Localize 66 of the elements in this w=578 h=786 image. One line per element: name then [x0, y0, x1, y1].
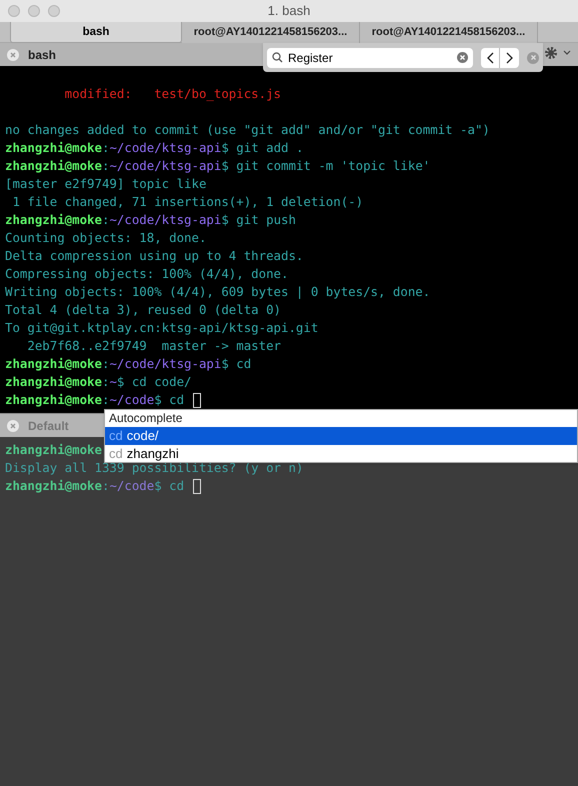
prompt-path: ~/code [109, 477, 154, 495]
close-icon[interactable] [7, 420, 19, 432]
tab[interactable]: root@AY1401221458156203... [360, 22, 538, 43]
search-text: Register [288, 50, 334, 66]
terminal-text: Delta compression using up to 4 threads. [5, 247, 304, 265]
terminal-text: : [102, 477, 110, 495]
prompt-user: zhangzhi@moke [5, 373, 102, 391]
prompt-path: ~/code/ktsg-api [109, 355, 222, 373]
cursor [192, 392, 201, 408]
terminal-text: : [102, 211, 110, 229]
terminal-text: $ cd [154, 477, 186, 495]
prompt-user: zhangzhi@moke [5, 211, 102, 229]
terminal-text: : [102, 373, 110, 391]
terminal-text: Counting objects: 18, done. [5, 229, 206, 247]
close-icon[interactable] [527, 52, 539, 64]
close-window-button[interactable] [8, 5, 20, 17]
terminal-text: $ cd [221, 355, 252, 373]
terminal-text: To git@git.ktplay.cn:ktsg-api/ktsg-api.git [5, 319, 318, 337]
tab[interactable]: bash [10, 22, 182, 43]
search-field[interactable]: Register [267, 48, 473, 68]
terminal-text: modified: test/bo_topics.js [64, 85, 282, 103]
suggestion-item[interactable]: cd code/ [105, 427, 577, 445]
cursor [192, 478, 201, 494]
terminal-text: Total 4 (delta 3), reused 0 (delta 0) [5, 301, 282, 319]
tab[interactable]: root@AY1401221458156203... [182, 22, 360, 43]
prompt-user: zhangzhi@moke [5, 139, 102, 157]
terminal-text: Compressing objects: 100% (4/4), done. [5, 265, 288, 283]
prompt-path: ~ [109, 373, 117, 391]
settings-icon[interactable] [544, 46, 558, 60]
popup-title: Autocomplete [108, 410, 184, 427]
terminal-text: $ cd [154, 391, 186, 409]
clear-icon[interactable] [457, 52, 468, 63]
terminal-text: Display all 1339 possibilities? (y or n) [5, 460, 304, 477]
terminal-text: no changes added to commit (use "git add" and/or "git commit -a") [5, 121, 490, 139]
terminal-text: Writing objects: 100% (4/4), 609 bytes | 0 bytes/s, done. [5, 283, 430, 301]
prompt-user: zhangzhi@moke [5, 157, 102, 175]
terminal-text: $ git add . [221, 139, 304, 157]
prompt-user: zhangzhi@moke [5, 477, 102, 495]
terminal-text: : [102, 355, 110, 373]
terminal-text: : [102, 157, 110, 175]
chevron-left-icon [486, 52, 494, 64]
prompt-path: ~/code/ktsg-api [109, 139, 222, 157]
terminal-text: 1 file changed, 71 insertions(+), 1 deletion(-) [11, 193, 364, 211]
terminal-text: $ git commit -m 'topic like' [221, 157, 430, 175]
prompt-user: zhangzhi@moke [5, 391, 102, 409]
chevron-right-icon [506, 52, 513, 64]
caret-icon[interactable] [563, 50, 571, 56]
suggestion-item[interactable]: cd zhangzhi [105, 445, 577, 462]
terminal-text: $ cd code/ [116, 373, 192, 391]
minimize-window-button[interactable] [28, 5, 40, 17]
search-icon [272, 52, 283, 63]
terminal-text: [master e2f9749] topic like [5, 175, 206, 193]
prompt-path: ~/code/ktsg-api [109, 157, 222, 175]
zoom-window-button[interactable] [48, 5, 60, 17]
terminal-text: 2eb7f68..e2f9749 master -> master [26, 337, 282, 355]
close-icon[interactable] [7, 48, 19, 60]
prompt-path: ~/code [109, 391, 154, 409]
terminal-text: : [102, 139, 110, 157]
window-title: 1. bash [268, 2, 310, 20]
pane-title: bash [28, 46, 56, 64]
terminal-text: : [102, 391, 110, 409]
prompt-user: zhangzhi@moke [5, 441, 102, 459]
prompt-user: zhangzhi@moke [5, 355, 102, 373]
terminal-text: $ git push [221, 211, 296, 229]
prompt-path: ~/code/ktsg-api [109, 211, 222, 229]
pane-title: Default [28, 418, 69, 434]
